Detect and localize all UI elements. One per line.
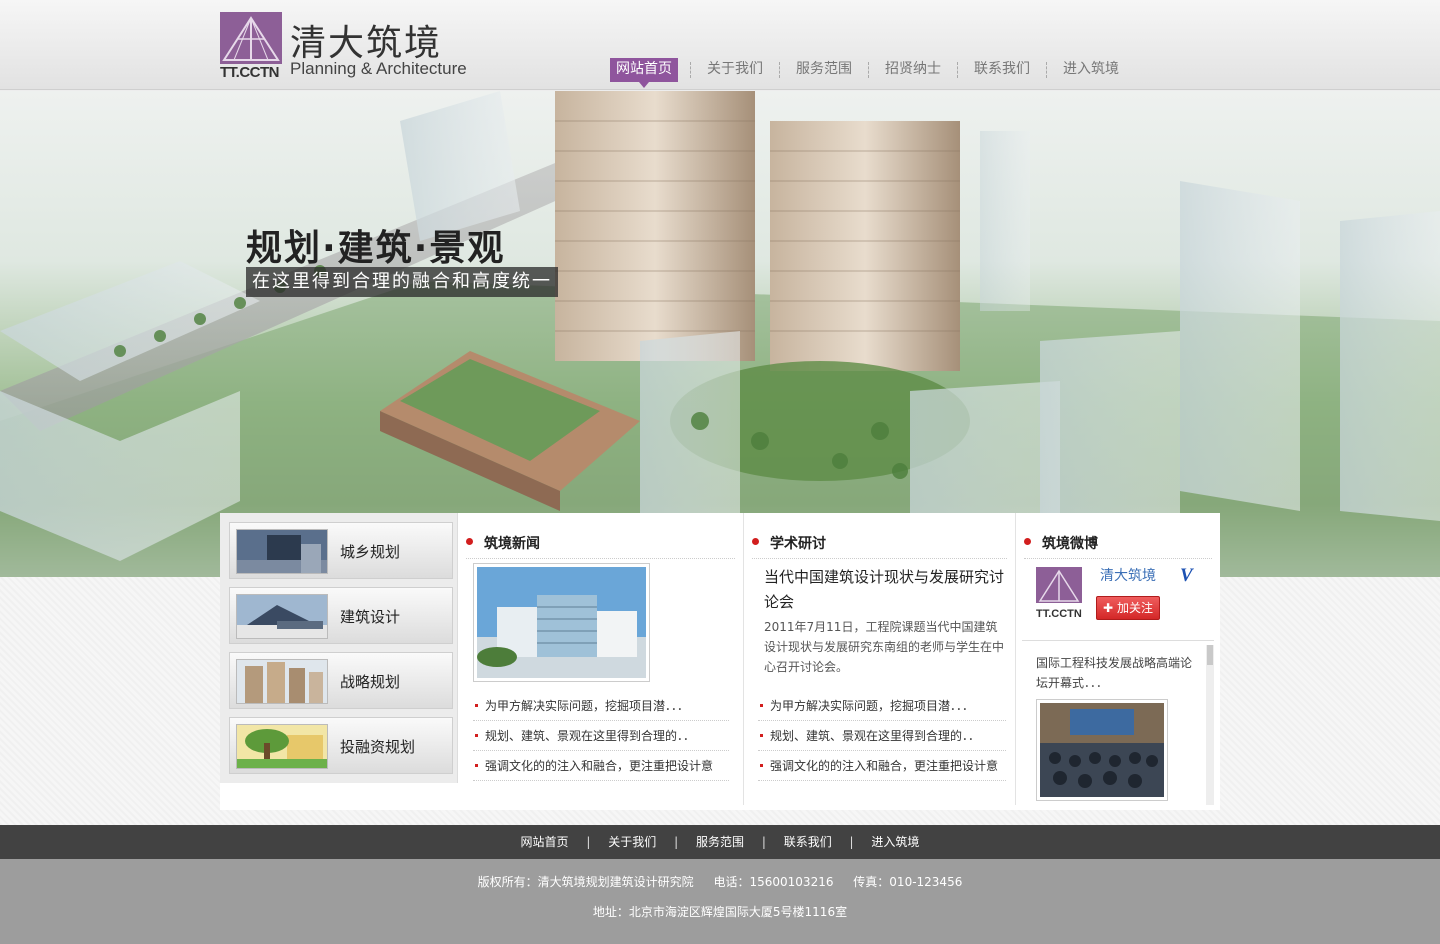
logo-english-name: Planning & Architecture [290,59,467,78]
building-photo-icon [236,529,328,574]
footer-nav: 网站首页 | 关于我们 | 服务范围 | 联系我们 | 进入筑境 [0,825,1440,859]
weibo-post-photo[interactable] [1036,699,1168,801]
news-list-item[interactable]: 规划、建筑、景观在这里得到合理的．． [473,721,729,751]
footer-phone: 电话：15600103216 [713,875,834,889]
weibo-column: 筑境微博 TT.CCTN 清大筑境 V ✚ 加关注 国际工程科技发展战略高端论坛… [1016,513,1220,805]
footer-nav-enter[interactable]: 进入筑境 [867,825,923,859]
banner-city-illustration [0,91,1440,577]
weibo-scrollbar[interactable] [1206,645,1214,805]
stadium-photo-icon [236,594,328,639]
news-column: 筑境新闻 为甲方解决实际问题，挖掘项目潜．．． 规划、建筑、景观在这里得到合理的… [458,513,744,805]
footer-nav-services[interactable]: 服务范围 [692,825,748,859]
site-logo[interactable]: TT.CCTN 清大筑境 Planning & Architecture [220,12,480,82]
weibo-feed: 国际工程科技发展战略高端论坛开幕式．．． [1022,640,1214,805]
forum-list-item[interactable]: 规划、建筑、景观在这里得到合理的．． [758,721,1006,751]
content-panel: 城乡规划 建筑设计 战略规划 投融资规划 筑境新闻 为甲方解决实际问题，挖掘项目… [220,513,1220,810]
hero-banner: 规划·建筑·景观 在这里得到合理的融合和高度统一 [0,91,1440,577]
footer-separator: | [674,835,679,849]
service-architecture-design[interactable]: 建筑设计 [229,587,453,644]
footer-info: 版权所有：清大筑境规划建筑设计研究院 电话：15600103216 传真：010… [0,859,1440,944]
nav-services[interactable]: 服务范围 [780,58,868,82]
bullet-dot-icon [752,538,759,545]
banner-subslogan: 在这里得到合理的融合和高度统一 [246,267,558,297]
service-label: 城乡规划 [340,543,401,561]
follow-button[interactable]: ✚ 加关注 [1096,596,1160,620]
service-investment-planning[interactable]: 投融资规划 [229,717,453,774]
forum-column: 学术研讨 当代中国建筑设计现状与发展研究讨论会 2011年7月11日，工程院课题… [744,513,1016,805]
weibo-account-name[interactable]: 清大筑境 [1100,565,1156,585]
main-nav: 网站首页 关于我们 服务范围 招贤纳士 联系我们 进入筑境 [610,58,1135,88]
highrise-photo-icon [236,659,328,704]
weibo-avatar[interactable]: TT.CCTN [1036,567,1082,620]
news-list: 为甲方解决实际问题，挖掘项目潜．．． 规划、建筑、景观在这里得到合理的．． 强调… [473,691,729,781]
news-photo[interactable] [473,563,650,682]
scrollbar-thumb[interactable] [1207,645,1213,665]
footer-separator: | [849,835,854,849]
forum-list: 为甲方解决实际问题，挖掘项目潜．．． 规划、建筑、景观在这里得到合理的．． 强调… [758,691,1006,781]
nav-contact[interactable]: 联系我们 [958,58,1046,82]
svg-text:TT.CCTN: TT.CCTN [1036,608,1082,619]
bullet-dot-icon [466,538,473,545]
banner-slogan: 规划·建筑·景观 [246,228,506,269]
nav-home[interactable]: 网站首页 [610,58,678,88]
service-label: 战略规划 [340,673,401,691]
logo-abbreviation: TT.CCTN [220,64,280,81]
footer-separator: | [761,835,766,849]
verified-badge-icon: V [1180,565,1193,586]
footer-separator: | [586,835,591,849]
nav-enter[interactable]: 进入筑境 [1047,58,1135,82]
service-list: 城乡规划 建筑设计 战略规划 投融资规划 [220,513,458,783]
forum-headline[interactable]: 当代中国建筑设计现状与发展研究讨论会 [764,565,1004,615]
forum-title: 学术研讨 [752,533,1007,559]
footer-copyright: 版权所有：清大筑境规划建筑设计研究院 [477,875,694,889]
plus-icon: ✚ [1103,601,1114,615]
weibo-post-text[interactable]: 国际工程科技发展战略高端论坛开幕式．．． [1036,653,1196,693]
footer-contact-line: 版权所有：清大筑境规划建筑设计研究院 电话：15600103216 传真：010… [0,873,1440,890]
footer-fax: 传真：010-123456 [853,875,963,889]
tree-photo-icon [236,724,328,769]
nav-about[interactable]: 关于我们 [691,58,779,82]
service-urban-rural-planning[interactable]: 城乡规划 [229,522,453,579]
nav-careers[interactable]: 招贤纳士 [869,58,957,82]
forum-list-item[interactable]: 为甲方解决实际问题，挖掘项目潜．．． [758,691,1006,721]
news-list-item[interactable]: 为甲方解决实际问题，挖掘项目潜．．． [473,691,729,721]
footer-nav-home[interactable]: 网站首页 [517,825,573,859]
weibo-title: 筑境微博 [1024,533,1212,559]
service-label: 投融资规划 [340,738,416,756]
header: TT.CCTN 清大筑境 Planning & Architecture 网站首… [0,0,1440,90]
footer-nav-contact[interactable]: 联系我们 [780,825,836,859]
service-strategic-planning[interactable]: 战略规划 [229,652,453,709]
service-label: 建筑设计 [340,608,401,626]
forum-list-item[interactable]: 强调文化的的注入和融合，更注重把设计意 [758,751,1006,781]
forum-summary: 2011年7月11日，工程院课题当代中国建筑设计现状与发展研究东南组的老师与学生… [764,620,1005,674]
logo-mark-icon [220,12,282,64]
footer-address: 地址：北京市海淀区辉煌国际大厦5号楼1116室 [592,905,848,919]
bullet-dot-icon [1024,538,1031,545]
news-list-item[interactable]: 强调文化的的注入和融合，更注重把设计意 [473,751,729,781]
news-title: 筑境新闻 [466,533,735,559]
footer-nav-about[interactable]: 关于我们 [604,825,660,859]
